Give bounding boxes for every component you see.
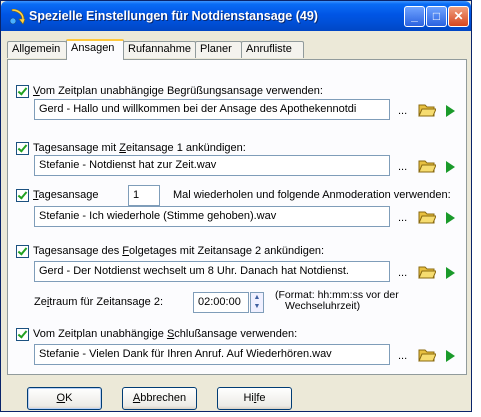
nextday-checkbox[interactable] [16,245,29,258]
tab-rufannahme[interactable]: Rufannahme [123,41,196,58]
greeting-label-mnemonic: V [33,85,40,97]
today-label-mnemonic: Z [119,142,126,154]
closing-label-text: chlußansage verwenden: [174,328,298,340]
minimize-icon: _ [411,9,418,23]
ok-label: K [65,392,73,404]
greeting-label: Vom Zeitplan unabhängige Begrüßungsansag… [33,85,323,97]
greeting-file-field[interactable]: Gerd - Hallo und willkommen bei der Ansa… [34,99,390,120]
greeting-browse-button[interactable]: ... [398,105,407,117]
repeat-checkbox[interactable] [16,189,29,202]
spinner-up-icon[interactable]: ▲ [251,293,263,302]
play-icon[interactable] [446,161,455,173]
tab-planer[interactable]: Planer [195,41,242,58]
today-label: Tagesansage mit Zeitansage 1 ankündigen: [33,142,246,154]
greeting-checkbox[interactable] [16,85,29,98]
tab-allgemein[interactable]: Allgemein [7,41,67,58]
app-icon [9,9,25,25]
nextday-label-text: olgetages mit Zeitansage 2 ankündigen: [129,245,325,257]
help-label-prefix: Hi [243,392,254,404]
spinner-down-icon[interactable]: ▼ [251,302,263,311]
window-title: Spezielle Einstellungen für Notdienstans… [29,9,318,23]
help-button[interactable]: Hilfe [217,387,292,410]
closing-label: Vom Zeitplan unabhängige Schlußansage ve… [33,328,297,340]
tab-ansagen[interactable]: Ansagen [66,39,124,60]
repeat-label-text: agesansage [38,189,99,201]
dialog-window: Spezielle Einstellungen für Notdienstans… [0,0,472,412]
format-hint: (Format: hh:mm:ss vor der Wechseluhrzeit… [275,290,399,312]
ok-button[interactable]: OK [27,387,102,410]
greeting-label-text: om Zeitplan unabhängige Begrüßungsansage… [39,85,323,97]
folder-icon[interactable] [418,348,436,362]
minimize-button[interactable]: _ [404,6,425,27]
repeat-browse-button[interactable]: ... [398,212,407,224]
repeat-after-label: Mal wiederholen und folgende Anmoderatio… [173,189,451,201]
nextday-label-prefix: Tagesansage des [33,245,123,257]
maximize-icon: □ [432,9,441,23]
folder-icon[interactable] [418,265,436,279]
repeat-count-field[interactable]: 1 [128,185,160,206]
closing-file-field[interactable]: Stefanie - Vielen Dank für Ihren Anruf. … [34,344,390,365]
nextday-browse-button[interactable]: ... [398,267,407,279]
today-label-text: eitansage 1 ankündigen: [125,142,246,154]
timespan-spinner[interactable]: ▲ ▼ [250,292,264,313]
cancel-button[interactable]: Abbrechen [122,387,197,410]
close-icon: ✕ [453,9,464,23]
repeat-file-field[interactable]: Stefanie - Ich wiederhole (Stimme gehobe… [34,206,390,227]
play-icon[interactable] [446,267,455,279]
play-icon[interactable] [446,212,455,224]
closing-browse-button[interactable]: ... [398,350,407,362]
today-file-field[interactable]: Stefanie - Notdienst hat zur Zeit.wav [34,155,390,176]
closing-label-prefix: Vom Zeitplan unabhängige [33,328,167,340]
cancel-label: bbrechen [140,392,187,404]
play-icon[interactable] [446,350,455,362]
today-checkbox[interactable] [16,142,29,155]
today-browse-button[interactable]: ... [398,161,407,173]
format-hint-line2: Wechseluhrzeit) [285,300,361,312]
close-button[interactable]: ✕ [448,6,469,27]
ansagen-panel: Vom Zeitplan unabhängige Begrüßungsansag… [7,59,467,375]
timespan-label-text: traum für Zeitansage 2: [49,296,164,308]
help-label: fe [256,392,266,404]
folder-icon[interactable] [418,210,436,224]
play-icon[interactable] [446,105,455,117]
nextday-label: Tagesansage des Folgetages mit Zeitansag… [33,245,324,257]
maximize-button[interactable]: □ [426,6,447,27]
timespan-field[interactable]: 02:00:00 [193,292,249,313]
nextday-file-field[interactable]: Gerd - Der Notdienst wechselt um 8 Uhr. … [34,261,390,282]
timespan-label: Zeitraum für Zeitansage 2: [34,296,163,308]
folder-icon[interactable] [418,159,436,173]
title-bar[interactable]: Spezielle Einstellungen für Notdienstans… [1,1,471,31]
tab-anrufliste[interactable]: Anrufliste [241,41,304,58]
ok-mnemonic: O [56,392,66,404]
repeat-label: Tagesansage [33,189,98,201]
today-label-prefix: Tagesansage mit [33,142,120,154]
closing-checkbox[interactable] [16,328,29,341]
folder-icon[interactable] [418,103,436,117]
timespan-label-prefix: Ze [34,296,47,308]
